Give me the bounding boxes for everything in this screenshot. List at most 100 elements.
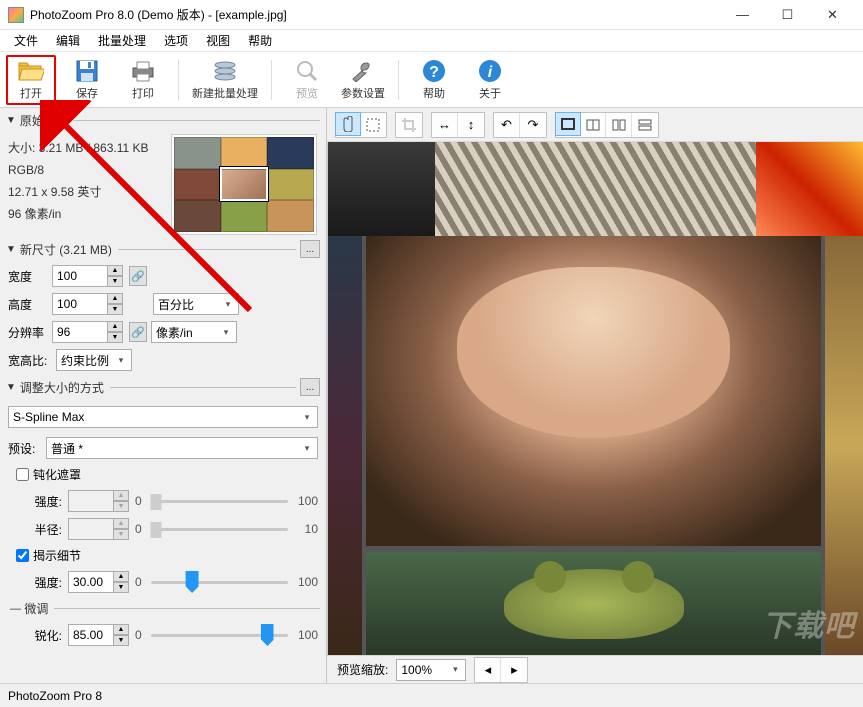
preview-button[interactable]: 预览	[282, 55, 332, 105]
aspect-select[interactable]: 约束比例▾	[56, 349, 132, 371]
original-dims: 12.71 x 9.58 英寸	[8, 181, 158, 203]
res-unit-select[interactable]: 像素/in▾	[151, 321, 237, 343]
status-text: PhotoZoom Pro 8	[8, 689, 102, 703]
zoom-prev[interactable]: ◂	[475, 658, 501, 682]
wrench-icon	[349, 59, 377, 83]
original-mode: RGB/8	[8, 159, 158, 181]
sharp-slider[interactable]	[151, 625, 288, 645]
fit-width[interactable]: ↔	[432, 113, 458, 137]
section-original[interactable]: ▼ 原始图像	[0, 108, 326, 133]
strength-input	[68, 490, 114, 512]
original-info: 大小: 3.21 MB / 863.11 KB RGB/8 12.71 x 9.…	[8, 137, 158, 232]
crop-tool[interactable]	[396, 113, 422, 137]
help-button[interactable]: ? 帮助	[409, 55, 459, 105]
hand-tool[interactable]	[335, 112, 361, 136]
floppy-icon	[73, 59, 101, 83]
preset-select[interactable]: 普通 *▾	[46, 437, 318, 459]
view-single[interactable]	[555, 112, 581, 136]
window-title: PhotoZoom Pro 8.0 (Demo 版本) - [example.j…	[30, 6, 720, 23]
preset-label: 预设:	[8, 440, 42, 457]
svg-text:?: ?	[429, 64, 439, 81]
reveal-strength-input[interactable]	[68, 571, 114, 593]
height-spinner[interactable]: ▲▼	[107, 293, 123, 315]
view-split-v[interactable]	[606, 113, 632, 137]
folder-open-icon	[17, 59, 45, 83]
printer-icon	[129, 59, 157, 83]
params-button[interactable]: 参数设置	[338, 55, 388, 105]
section-newsize[interactable]: ▼ 新尺寸 (3.21 MB) ...	[0, 236, 326, 262]
navigator-viewport[interactable]	[220, 167, 268, 201]
sharp-label: 锐化:	[8, 627, 62, 644]
minimize-button[interactable]: —	[720, 1, 765, 29]
zoom-next[interactable]: ▸	[501, 658, 527, 682]
triangle-down-icon: ▼	[6, 382, 16, 393]
open-button[interactable]: 打开	[6, 55, 56, 105]
size-unit-select[interactable]: 百分比▾	[153, 293, 239, 315]
menu-edit[interactable]: 编辑	[48, 30, 88, 51]
close-button[interactable]: ✕	[810, 1, 855, 29]
more-button[interactable]: ...	[300, 240, 320, 258]
marquee-tool[interactable]	[360, 113, 386, 137]
reveal-checkbox[interactable]: 揭示细节	[0, 543, 326, 568]
radius-label: 半径:	[8, 521, 62, 538]
more-button[interactable]: ...	[300, 378, 320, 396]
menu-help[interactable]: 帮助	[240, 30, 280, 51]
separator	[398, 60, 399, 100]
undo-button[interactable]: ↶	[494, 113, 520, 137]
section-resize-method[interactable]: ▼ 调整大小的方式 ...	[0, 374, 326, 400]
radius-input	[68, 518, 114, 540]
left-panel: ▼ 原始图像 大小: 3.21 MB / 863.11 KB RGB/8 12.…	[0, 108, 327, 683]
unsharp-checkbox[interactable]: 钝化遮罩	[0, 462, 326, 487]
reveal-strength-label: 强度:	[8, 574, 62, 591]
menubar: 文件 编辑 批量处理 选项 视图 帮助	[0, 30, 863, 52]
strength-label: 强度:	[8, 493, 62, 510]
zoom-label: 预览缩放:	[337, 661, 388, 678]
separator	[178, 60, 179, 100]
fit-height[interactable]: ↕	[458, 113, 484, 137]
info-icon: i	[476, 59, 504, 83]
batch-icon	[211, 59, 239, 83]
finetune-header: — 微调	[0, 596, 326, 621]
print-button[interactable]: 打印	[118, 55, 168, 105]
method-select[interactable]: S-Spline Max▾	[8, 406, 318, 428]
res-spinner[interactable]: ▲▼	[107, 321, 123, 343]
statusbar: PhotoZoom Pro 8	[0, 683, 863, 707]
reveal-strength-slider[interactable]	[151, 572, 288, 592]
preview-canvas[interactable]: 下载吧	[327, 142, 863, 655]
redo-button[interactable]: ↷	[520, 113, 546, 137]
height-input[interactable]	[52, 293, 108, 315]
about-button[interactable]: i 关于	[465, 55, 515, 105]
res-input[interactable]	[52, 321, 108, 343]
triangle-down-icon: ▼	[6, 115, 16, 126]
width-input[interactable]	[52, 265, 108, 287]
menu-file[interactable]: 文件	[6, 30, 46, 51]
original-res: 96 像素/in	[8, 203, 158, 225]
menu-view[interactable]: 视图	[198, 30, 238, 51]
preview-toolbar: ↔ ↕ ↶ ↷	[327, 108, 863, 142]
maximize-button[interactable]: ☐	[765, 1, 810, 29]
titlebar: PhotoZoom Pro 8.0 (Demo 版本) - [example.j…	[0, 0, 863, 30]
menu-batch[interactable]: 批量处理	[90, 30, 154, 51]
strength-slider	[151, 491, 288, 511]
navigator-thumbnail[interactable]	[174, 137, 314, 232]
sharp-input[interactable]	[68, 624, 114, 646]
triangle-down-icon: ▼	[6, 244, 16, 255]
aspect-label: 宽高比:	[8, 352, 52, 369]
radius-slider	[151, 519, 288, 539]
app-icon	[8, 7, 24, 23]
menu-options[interactable]: 选项	[156, 30, 196, 51]
separator	[271, 60, 272, 100]
help-icon: ?	[420, 59, 448, 83]
preview-area: ↔ ↕ ↶ ↷	[327, 108, 863, 683]
zoom-select[interactable]: 100%▾	[396, 659, 466, 681]
width-spinner[interactable]: ▲▼	[107, 265, 123, 287]
preview-zoom-bar: 预览缩放: 100%▾ ◂▸	[327, 655, 863, 683]
width-label: 宽度	[8, 268, 48, 285]
view-split-h[interactable]	[632, 113, 658, 137]
view-split-center[interactable]	[580, 113, 606, 137]
link-icon[interactable]: 🔗	[129, 322, 147, 342]
magnifier-icon	[293, 59, 321, 83]
new-batch-button[interactable]: 新建批量处理	[189, 55, 261, 105]
link-icon[interactable]: 🔗	[129, 266, 147, 286]
save-button[interactable]: 保存	[62, 55, 112, 105]
